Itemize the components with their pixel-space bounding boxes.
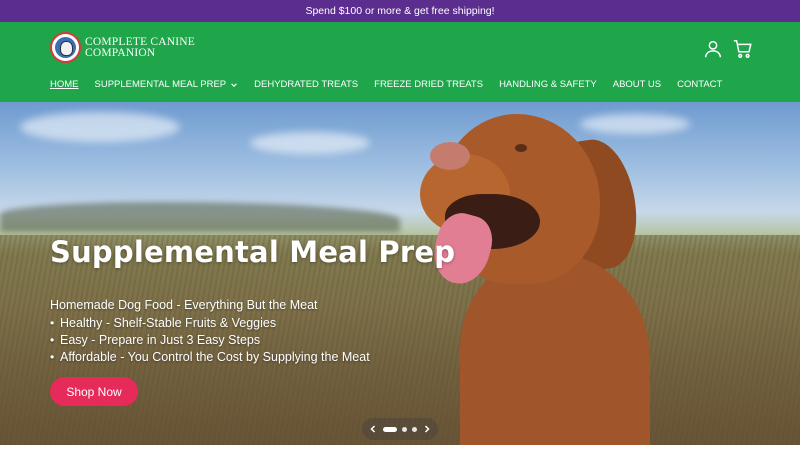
chevron-down-icon bbox=[231, 82, 237, 87]
main-nav: HOME SUPPLEMENTAL MEAL PREP DEHYDRATED T… bbox=[50, 79, 738, 90]
nav-item-home[interactable]: HOME bbox=[50, 79, 79, 90]
cart-icon bbox=[733, 40, 752, 58]
cart-button[interactable] bbox=[732, 38, 754, 60]
user-icon bbox=[704, 40, 722, 58]
nav-label-about-us: ABOUT US bbox=[612, 79, 662, 90]
account-button[interactable] bbox=[702, 38, 724, 60]
slideshow-controls bbox=[362, 418, 438, 440]
nav-label-contact: CONTACT bbox=[677, 79, 723, 90]
page-below-fold bbox=[0, 445, 800, 450]
hero-cloud bbox=[250, 132, 370, 154]
hero-dog-image bbox=[420, 114, 650, 445]
hero-benefit-list: Healthy - Shelf-Stable Fruits & Veggies … bbox=[50, 315, 370, 366]
site-header: COMPLETE CANINE COMPANION HOME SUPPLEMEN… bbox=[0, 22, 800, 102]
chevron-right-icon[interactable] bbox=[422, 424, 432, 434]
logo-text: COMPLETE CANINE COMPANION bbox=[85, 37, 195, 58]
nav-item-supplemental-meal-prep[interactable]: SUPPLEMENTAL MEAL PREP bbox=[95, 79, 239, 90]
nav-item-handling-safety[interactable]: HANDLING & SAFETY bbox=[499, 79, 597, 90]
nav-label-dehydrated-treats: DEHYDRATED TREATS bbox=[254, 79, 359, 90]
nav-item-about-us[interactable]: ABOUT US bbox=[613, 79, 661, 90]
hero-subtitle: Homemade Dog Food - Everything But the M… bbox=[50, 298, 318, 312]
hero-benefit-item: Easy - Prepare in Just 3 Easy Steps bbox=[50, 332, 370, 349]
hero-benefit-item: Healthy - Shelf-Stable Fruits & Veggies bbox=[50, 315, 370, 332]
hero-title: Supplemental Meal Prep bbox=[50, 235, 456, 269]
slide-dot-1[interactable] bbox=[383, 426, 397, 432]
nav-item-contact[interactable]: CONTACT bbox=[677, 79, 722, 90]
nav-label-home: HOME bbox=[50, 79, 79, 90]
shop-now-button[interactable]: Shop Now bbox=[50, 377, 138, 406]
nav-label-handling-safety: HANDLING & SAFETY bbox=[499, 79, 597, 90]
nav-item-freeze-dried-treats[interactable]: FREEZE DRIED TREATS bbox=[374, 79, 483, 90]
nav-label-supplemental-meal-prep: SUPPLEMENTAL MEAL PREP bbox=[94, 79, 227, 90]
logo-line-1: COMPLETE CANINE bbox=[85, 36, 196, 48]
nav-label-freeze-dried-treats: FREEZE DRIED TREATS bbox=[374, 79, 484, 90]
slide-dot-2[interactable] bbox=[402, 426, 407, 432]
chevron-left-icon[interactable] bbox=[368, 424, 378, 434]
announcement-text: Spend $100 or more & get free shipping! bbox=[305, 5, 495, 17]
hero-banner: Supplemental Meal Prep Homemade Dog Food… bbox=[0, 102, 800, 445]
logo-badge-icon bbox=[50, 32, 81, 63]
hero-benefit-item: Affordable - You Control the Cost by Sup… bbox=[50, 349, 370, 366]
hero-treeline bbox=[0, 202, 400, 232]
hero-cloud bbox=[20, 112, 180, 142]
slide-dots bbox=[381, 426, 420, 432]
site-logo[interactable]: COMPLETE CANINE COMPANION bbox=[50, 32, 195, 63]
logo-line-2: COMPANION bbox=[85, 46, 156, 59]
slide-dot-3[interactable] bbox=[412, 426, 417, 432]
announcement-bar: Spend $100 or more & get free shipping! bbox=[0, 0, 800, 22]
nav-item-dehydrated-treats[interactable]: DEHYDRATED TREATS bbox=[254, 79, 358, 90]
